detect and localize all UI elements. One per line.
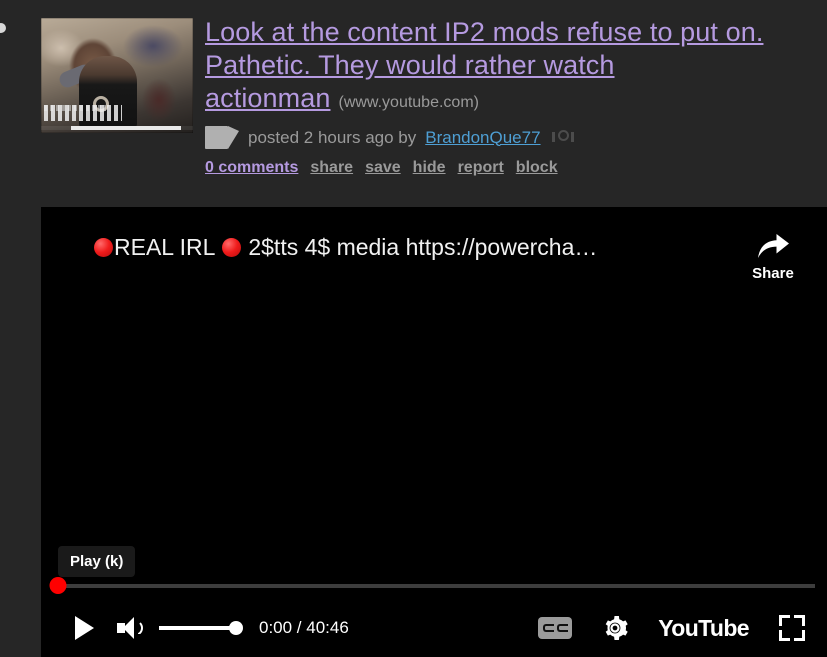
post-posted-text: posted 2 hours ago by	[248, 127, 417, 147]
post-body: Look at the content IP2 mods refuse to p…	[205, 16, 817, 177]
youtube-logo-button[interactable]: YouTube	[658, 615, 749, 642]
post-action-links: 0 comments share save hide report block	[205, 159, 817, 177]
video-title-text-2: 2$tts 4$ media https://powercha…	[241, 234, 598, 260]
post-title-row: Look at the content IP2 mods refuse to p…	[205, 16, 817, 115]
player-share-label: Share	[752, 265, 794, 282]
mute-button[interactable]	[107, 608, 153, 648]
play-icon	[74, 616, 94, 640]
post-title-link[interactable]: Look at the content IP2 mods refuse to p…	[205, 17, 763, 113]
red-circle-icon	[221, 238, 241, 257]
hide-link[interactable]: hide	[413, 159, 446, 177]
video-title-text-1: REAL IRL	[114, 234, 221, 260]
volume-slider[interactable]	[159, 620, 243, 636]
video-camera-icon	[205, 126, 239, 149]
share-link[interactable]: share	[310, 159, 353, 177]
play-tooltip: Play (k)	[58, 546, 136, 577]
fullscreen-corner-icon	[779, 630, 790, 641]
player-share-button[interactable]: Share	[741, 233, 805, 282]
fullscreen-corner-icon	[779, 615, 790, 626]
fullscreen-button[interactable]	[779, 615, 805, 641]
volume-icon	[117, 617, 143, 639]
player-controls: 0:00 / 40:46 YouTube	[41, 599, 827, 657]
red-circle-icon	[94, 238, 113, 257]
progress-track	[53, 584, 815, 588]
comments-link[interactable]: 0 comments	[205, 159, 298, 177]
vote-marker[interactable]	[0, 23, 6, 33]
post-author-link[interactable]: BrandonQue77	[425, 128, 540, 148]
youtube-player[interactable]: REAL IRL 2$tts 4$ media https://powercha…	[41, 207, 827, 657]
settings-gear-icon[interactable]	[602, 615, 628, 641]
award-icon	[551, 130, 574, 145]
video-title[interactable]: REAL IRL 2$tts 4$ media https://powercha…	[93, 233, 741, 261]
time-display: 0:00 / 40:46	[259, 618, 349, 637]
share-arrow-icon	[758, 234, 789, 258]
report-link[interactable]: report	[458, 159, 504, 177]
post-thumbnail[interactable]	[41, 18, 193, 133]
thumbnail-progress-bar	[41, 126, 193, 130]
play-button[interactable]	[61, 608, 107, 648]
fullscreen-corner-icon	[794, 615, 805, 626]
volume-slider-handle[interactable]	[229, 621, 243, 635]
thumbnail-caption-line-2	[44, 105, 122, 121]
closed-captions-icon[interactable]	[538, 617, 573, 639]
post-domain[interactable]: (www.youtube.com)	[338, 94, 479, 111]
page-root: Look at the content IP2 mods refuse to p…	[0, 0, 827, 657]
player-title-bar: REAL IRL 2$tts 4$ media https://powercha…	[41, 207, 827, 303]
player-controls-right: YouTube	[538, 615, 805, 642]
player-controls-left: 0:00 / 40:46	[61, 608, 349, 648]
post-meta: posted 2 hours ago by BrandonQue77	[205, 126, 817, 149]
block-link[interactable]: block	[516, 159, 558, 177]
fullscreen-corner-icon	[794, 630, 805, 641]
save-link[interactable]: save	[365, 159, 401, 177]
player-progress-bar[interactable]	[49, 577, 815, 594]
progress-scrubber-handle[interactable]	[49, 577, 67, 594]
